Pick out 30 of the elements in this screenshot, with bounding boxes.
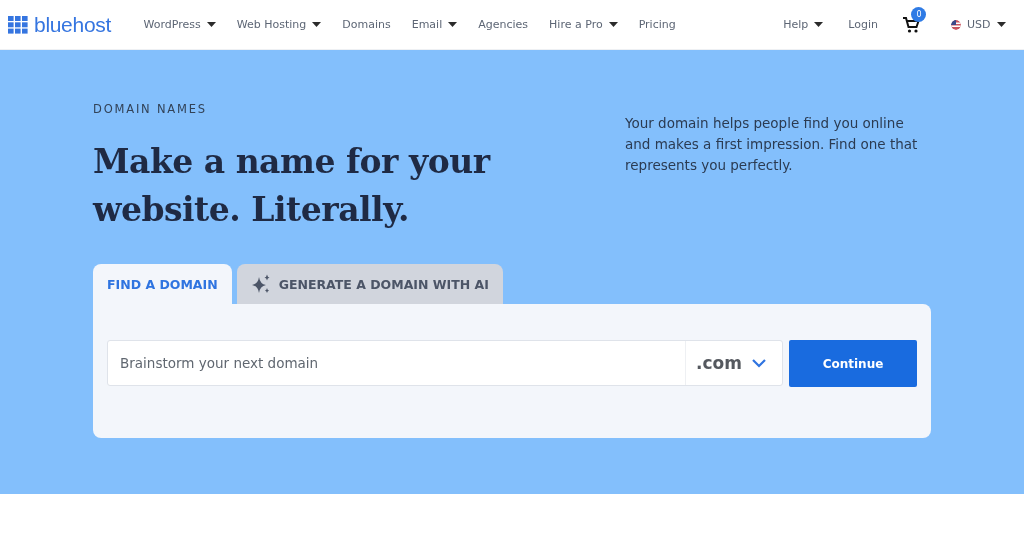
hero-heading: Make a name for your website. Literally. — [93, 141, 492, 231]
nav-link[interactable]: Agencies — [467, 18, 539, 31]
caret-icon — [814, 22, 824, 27]
logo-text[interactable]: bluehost — [34, 12, 111, 37]
help-menu[interactable]: Help — [772, 18, 834, 31]
domain-search-field[interactable]: Brainstorm your next domain .com — [107, 340, 783, 386]
hero-description: Your domain helps people find you online and makes a first impression. Find one that represents you perfectly. — [625, 114, 919, 175]
caret-icon — [996, 22, 1006, 27]
login-link[interactable]: Login — [837, 18, 889, 31]
caret-icon — [312, 22, 322, 27]
continue-button[interactable]: Continue — [789, 340, 917, 387]
tld-selector[interactable]: .com — [685, 341, 782, 385]
logo-icon — [8, 15, 28, 34]
flag-icon — [951, 19, 961, 30]
chevron-icon — [752, 358, 766, 368]
nav-link[interactable]: Pricing — [628, 18, 687, 31]
nav-link[interactable]: WordPress — [133, 18, 227, 31]
currency-selector[interactable]: USD — [940, 18, 1016, 31]
search-tab[interactable]: GENERATE A DOMAIN WITH AI — [236, 264, 503, 304]
eyebrow-text: DOMAIN NAMES — [93, 102, 208, 116]
search-tab[interactable]: FIND A DOMAIN — [93, 264, 232, 304]
nav-link[interactable]: Hire a Pro — [538, 18, 629, 31]
cart-icon[interactable] — [902, 15, 921, 34]
caret-icon — [448, 22, 458, 27]
caret-icon — [206, 22, 216, 27]
cart-count-badge: 0 — [911, 6, 927, 22]
nav-link[interactable]: Email — [401, 18, 468, 31]
caret-icon — [608, 22, 618, 27]
nav-link[interactable]: Domains — [331, 18, 402, 31]
nav-link[interactable]: Web Hosting — [226, 18, 332, 31]
